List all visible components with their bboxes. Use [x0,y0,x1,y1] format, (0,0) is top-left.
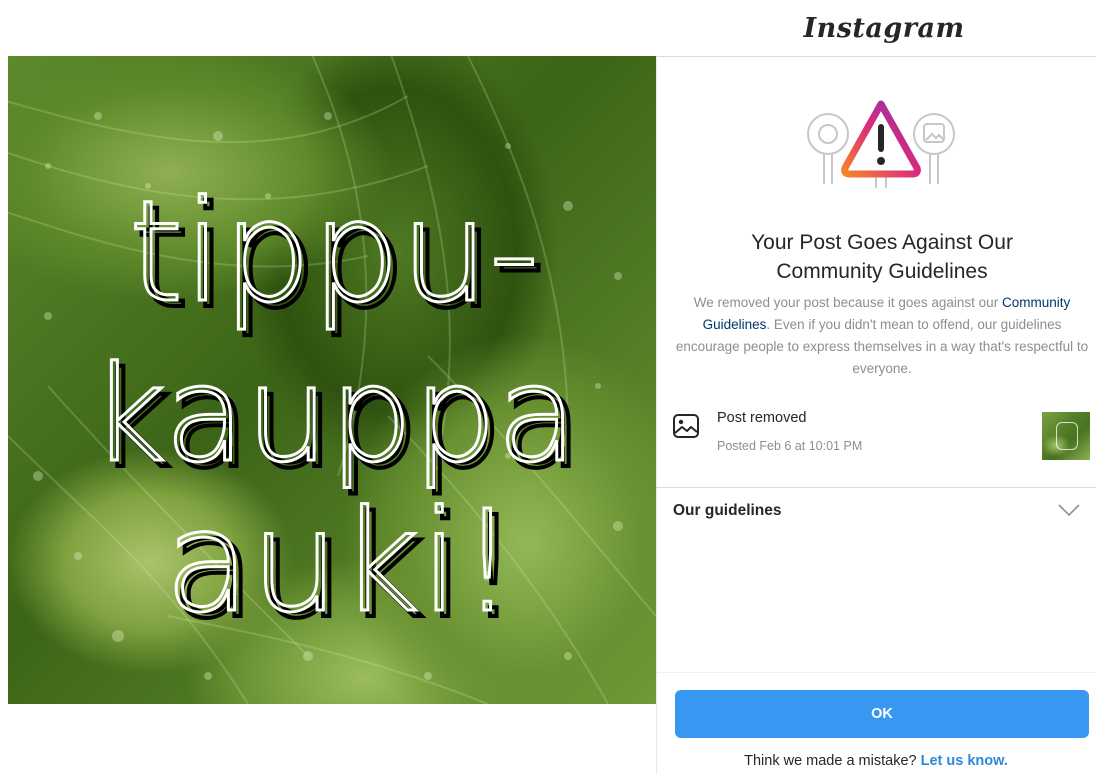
title-line-1: Your Post Goes Against Our [751,231,1013,254]
our-guidelines-accordion[interactable]: Our guidelines [673,500,1083,524]
divider [656,672,1096,673]
overlay-line-2: kauppa [90,338,577,492]
chevron-down-icon[interactable] [1057,502,1081,518]
instagram-logo: Instagram [803,13,965,44]
title-line-2: Community Guidelines [776,260,988,283]
page-title: Your Post Goes Against Our Community Gui… [680,228,1084,286]
desc-text-before: We removed your post because it goes aga… [693,295,999,310]
post-date: Posted Feb 6 at 10:01 PM [717,439,863,453]
warning-triangle-icon [807,100,955,188]
post-removed-label: Post removed [717,410,807,426]
overlay-line-3: auki! [165,481,516,644]
let-us-know-link[interactable]: Let us know. [921,753,1008,769]
divider [656,487,1096,488]
ok-button[interactable]: OK [675,690,1089,738]
mistake-text: Think we made a mistake? [744,753,917,769]
our-guidelines-label: Our guidelines [673,502,782,519]
overlay-handwritten-text: tippu- tippu- kauppa kauppa auki! auki! [89,170,586,653]
overlay-line-1: tippu- [129,171,540,334]
notice-description: We removed your post because it goes aga… [672,292,1092,380]
removed-post-row: Post removed Posted Feb 6 at 10:01 PM [672,404,1092,468]
feedback-footer: Think we made a mistake? Let us know. [656,750,1096,772]
post-thumbnail [1042,412,1090,460]
image-icon [673,414,699,438]
removed-post-image: tippu- tippu- kauppa kauppa auki! auki! [8,56,656,704]
